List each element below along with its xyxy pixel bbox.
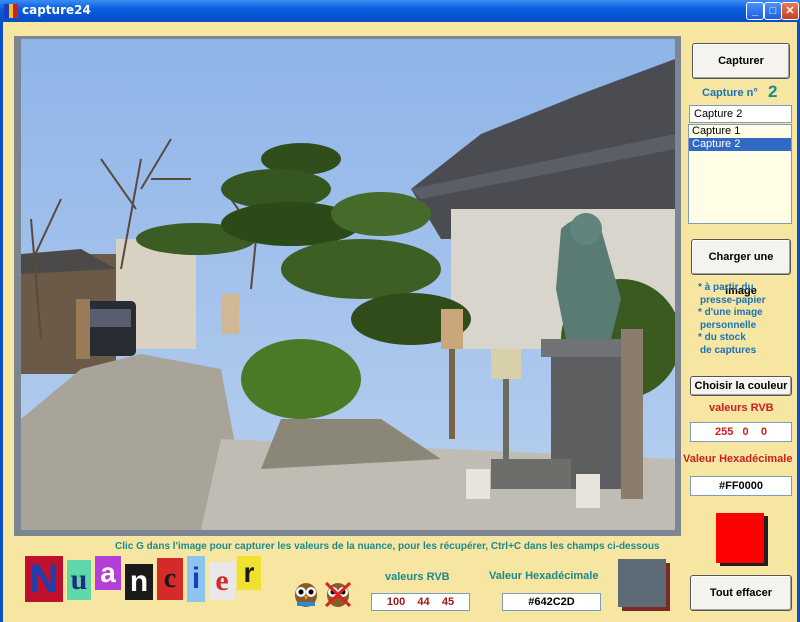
rgb-value-field[interactable]: 255 0 0 xyxy=(690,422,792,442)
title-bar: capture24 _ □ ✕ xyxy=(0,0,800,22)
hint-line: presse-papier xyxy=(700,294,766,306)
logo-letter: e xyxy=(209,562,235,600)
temple-garden-photo[interactable] xyxy=(21,39,675,530)
load-hints: * à partir du presse-papier * d'une imag… xyxy=(698,282,766,357)
captured-hex-field[interactable]: #642C2D xyxy=(502,593,601,611)
captured-rgb-field[interactable]: 100 44 45 xyxy=(371,593,470,611)
captured-hex-label: Valeur Hexadécimale xyxy=(489,570,599,582)
choose-color-button[interactable]: Choisir la couleur xyxy=(690,376,792,396)
capture-list[interactable]: Capture 1 Capture 2 xyxy=(688,124,792,224)
logo-letter: n xyxy=(125,564,153,600)
logo-letter: r xyxy=(237,556,261,590)
capture-image[interactable] xyxy=(21,39,675,530)
hint-line: de captures xyxy=(700,344,757,356)
capture-count-label: Capture n° xyxy=(702,87,758,99)
logo-letter: u xyxy=(67,560,91,600)
maximize-button[interactable]: □ xyxy=(764,2,782,20)
capture-count: 2 xyxy=(768,82,778,101)
capture-list-item-selected[interactable]: Capture 2 xyxy=(689,138,791,151)
hint-line: personnelle xyxy=(700,319,757,331)
owl-icon[interactable] xyxy=(293,580,319,608)
logo-letter: a xyxy=(95,556,121,590)
load-image-button[interactable]: Charger une image xyxy=(691,239,791,297)
hint-line: * à partir du xyxy=(698,282,754,293)
capture-list-item[interactable]: Capture 1 xyxy=(689,125,791,138)
hex-label: Valeur Hexadécimale xyxy=(683,453,793,465)
clear-all-button[interactable]: Tout effacer xyxy=(690,575,792,611)
capture-name-field[interactable]: Capture 2 xyxy=(689,105,792,123)
owl-disabled-icon[interactable] xyxy=(324,580,352,608)
app-icon xyxy=(4,4,18,18)
hint-line: * du stock xyxy=(698,332,746,343)
capture-button[interactable]: Capturer xyxy=(692,43,790,79)
instruction-text: Clic G dans l'image pour capturer les va… xyxy=(115,541,660,552)
window-title: capture24 xyxy=(22,3,91,17)
hex-value-field[interactable]: #FF0000 xyxy=(690,476,792,496)
logo-letter: c xyxy=(157,558,183,600)
hint-line: * d'une image xyxy=(698,307,763,318)
nuancier-logo: N u a n c i e r xyxy=(25,556,265,612)
captured-rgb-label: valeurs RVB xyxy=(385,571,450,583)
chosen-color-swatch xyxy=(716,513,764,563)
logo-letter: N xyxy=(25,556,63,602)
minimize-button[interactable]: _ xyxy=(746,2,764,20)
rgb-label: valeurs RVB xyxy=(709,402,774,414)
captured-color-swatch xyxy=(618,559,666,607)
close-button[interactable]: ✕ xyxy=(781,2,799,20)
logo-letter: i xyxy=(187,556,205,602)
